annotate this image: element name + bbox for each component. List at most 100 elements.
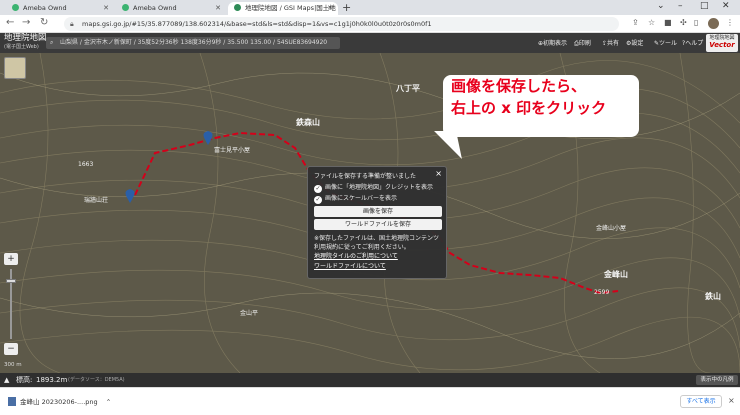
close-tab-icon[interactable]: ✕ bbox=[327, 2, 333, 15]
tools-label: ツール bbox=[659, 40, 678, 47]
map-marker-icon[interactable] bbox=[203, 131, 213, 145]
side-panel-icon[interactable]: ▯ bbox=[694, 18, 698, 27]
show-all-downloads-button[interactable]: すべて表示 bbox=[680, 395, 722, 408]
help-label: ヘルプ bbox=[685, 40, 704, 47]
new-tab-button[interactable]: + bbox=[342, 1, 351, 14]
url-text: maps.gsi.go.jp/#15/35.877089/138.602314/… bbox=[82, 20, 432, 28]
image-file-icon bbox=[8, 397, 16, 406]
tab-title: Ameba Ownd bbox=[23, 4, 67, 12]
map-label: 富士見平小屋 bbox=[214, 147, 251, 154]
instruction-callout: 画像を保存したら、 右上の x 印をクリック bbox=[434, 75, 639, 159]
vector-badge-text: Vector bbox=[709, 41, 735, 49]
profile-avatar[interactable] bbox=[708, 18, 719, 29]
forward-icon[interactable]: → bbox=[22, 17, 30, 28]
extensions-puzzle-icon[interactable]: ✣ bbox=[680, 18, 687, 27]
close-tab-icon[interactable]: ✕ bbox=[215, 2, 221, 15]
browser-tab-gsi[interactable]: 地理院地図 / GSI Maps|国土地 ✕ bbox=[228, 2, 338, 15]
save-world-file-button[interactable]: ワールドファイルを保存 bbox=[314, 219, 442, 230]
save-image-button[interactable]: 画像を保存 bbox=[314, 206, 442, 217]
dialog-title: ファイルを保存する準備が整いました bbox=[314, 173, 417, 180]
share-button[interactable]: ⇪共有 bbox=[602, 38, 619, 47]
tab-title: 地理院地図 / GSI Maps|国土地 bbox=[245, 4, 336, 12]
extension-icon[interactable]: ■ bbox=[664, 18, 672, 27]
zoom-control: + − bbox=[4, 253, 18, 363]
dialog-close-icon[interactable]: × bbox=[435, 169, 442, 178]
save-file-dialog: × ファイルを保存する準備が整いました ✓ 画像に「地理院地図」クレジットを表示 … bbox=[307, 166, 447, 279]
maximize-icon[interactable]: □ bbox=[700, 1, 709, 11]
bookmark-star-icon[interactable]: ☆ bbox=[648, 18, 655, 27]
browser-toolbar: ← → ↻ 🔒︎ maps.gsi.go.jp/#15/35.877089/13… bbox=[0, 15, 740, 33]
print-label: 印刷 bbox=[578, 40, 591, 47]
checkmark-icon[interactable]: ✓ bbox=[314, 185, 322, 193]
checkmark-icon[interactable]: ✓ bbox=[314, 196, 322, 204]
map-label: 瑞牆山荘 bbox=[84, 197, 109, 204]
scalebar-option-label: 画像にスケールバーを表示 bbox=[325, 195, 398, 202]
close-tab-icon[interactable]: ✕ bbox=[103, 2, 109, 15]
map-label: 金山平 bbox=[240, 310, 259, 317]
elevation-value: 1893.2m bbox=[36, 376, 68, 384]
zoom-in-button[interactable]: + bbox=[4, 253, 18, 265]
window-close-icon[interactable]: ✕ bbox=[722, 1, 730, 11]
elevation-source: (データソース：DEM5A) bbox=[68, 377, 125, 383]
map-label: 金峰山 bbox=[604, 270, 628, 279]
map-marker-icon[interactable] bbox=[125, 189, 135, 203]
menu-kebab-icon[interactable]: ⋮ bbox=[726, 18, 734, 27]
search-icon: ⌕ bbox=[50, 39, 54, 46]
tile-usage-link[interactable]: 地理院タイルのご利用について bbox=[314, 252, 440, 262]
chevron-up-icon[interactable]: ⌃ bbox=[106, 398, 111, 406]
tab-title: Ameba Ownd bbox=[133, 4, 177, 12]
gsi-logo[interactable]: 地理院地図 (電子国土Web) bbox=[4, 34, 47, 52]
lock-icon: 🔒︎ bbox=[70, 20, 74, 28]
browser-tab-ameba-2[interactable]: Ameba Ownd ✕ bbox=[116, 2, 226, 15]
tools-button[interactable]: ✎ツール bbox=[654, 38, 677, 47]
download-filename: 金峰山 20230206-....png bbox=[20, 398, 98, 406]
back-icon[interactable]: ← bbox=[6, 17, 14, 28]
credit-option-label: 画像に「地理院地図」クレジットを表示 bbox=[325, 184, 434, 191]
map-label: 2599 bbox=[594, 289, 610, 296]
download-bar: 金峰山 20230206-....png ⌃ すべて表示 × bbox=[0, 387, 740, 415]
download-item[interactable]: 金峰山 20230206-....png ⌃ bbox=[8, 396, 111, 406]
gsi-favicon-icon bbox=[234, 4, 241, 11]
location-text: 山梨県 / 金沢市木ノ新保町 / 35度52分36秒 138度36分9秒 / 3… bbox=[60, 39, 328, 46]
ameba-favicon-icon bbox=[12, 4, 19, 11]
settings-label: 設定 bbox=[631, 40, 644, 47]
download-bar-close-icon[interactable]: × bbox=[728, 396, 735, 405]
credit-option[interactable]: ✓ 画像に「地理院地図」クレジットを表示 bbox=[314, 182, 440, 193]
usage-note: ※保存したファイルは、国土地理院コンテンツ利用規約に従ってご利用ください。 bbox=[314, 235, 440, 251]
initial-view-button[interactable]: ⊕初期表示 bbox=[538, 38, 567, 47]
ameba-favicon-icon bbox=[122, 4, 129, 11]
elevation-icon: ▲ bbox=[4, 376, 10, 384]
map-canvas[interactable]: + − 300 m 鉄森山 金峰山小屋 金峰山 鉄山 瑞牆山荘 富士見平小屋 金… bbox=[0, 53, 740, 373]
help-button[interactable]: ?ヘルプ bbox=[682, 38, 703, 47]
map-label: 1663 bbox=[78, 161, 94, 168]
legend-button[interactable]: 表示中の凡例 bbox=[696, 375, 738, 385]
callout-line-1: 画像を保存したら、 bbox=[451, 77, 587, 95]
map-label: 鉄森山 bbox=[296, 118, 320, 127]
print-button[interactable]: ⎙印刷 bbox=[574, 38, 591, 48]
logo-main: 地理院地図 bbox=[4, 33, 47, 43]
zoom-slider-handle[interactable] bbox=[6, 279, 16, 283]
map-label: 鉄山 bbox=[705, 292, 721, 301]
share-label: 共有 bbox=[607, 40, 620, 47]
settings-button[interactable]: ⚙設定 bbox=[626, 38, 643, 47]
tab-search-icon[interactable]: ⌄ bbox=[657, 1, 665, 11]
vector-toggle-badge[interactable]: 地理院地図 Vector bbox=[706, 34, 738, 52]
map-label: 八丁平 bbox=[396, 84, 420, 93]
layer-selector-button[interactable] bbox=[4, 57, 26, 79]
world-file-link[interactable]: ワールドファイルについて bbox=[314, 262, 440, 272]
map-label: 金峰山小屋 bbox=[596, 225, 627, 232]
minimize-icon[interactable]: – bbox=[678, 1, 683, 11]
address-bar[interactable]: 🔒︎ maps.gsi.go.jp/#15/35.877089/138.6023… bbox=[64, 17, 619, 31]
initial-view-label: 初期表示 bbox=[543, 40, 568, 47]
scalebar-option[interactable]: ✓ 画像にスケールバーを表示 bbox=[314, 193, 440, 204]
elevation-label: 標高: bbox=[16, 376, 33, 384]
logo-sub: (電子国土Web) bbox=[4, 44, 39, 50]
browser-tab-ameba-1[interactable]: Ameba Ownd ✕ bbox=[6, 2, 114, 15]
callout-line-2: 右上の x 印をクリック bbox=[451, 99, 607, 117]
scale-bar-label: 300 m bbox=[4, 362, 22, 368]
reload-icon[interactable]: ↻ bbox=[40, 17, 48, 28]
share-icon[interactable]: ⇪ bbox=[632, 18, 639, 27]
zoom-out-button[interactable]: − bbox=[4, 343, 18, 355]
location-search-bar[interactable]: ⌕ 山梨県 / 金沢市木ノ新保町 / 35度52分36秒 138度36分9秒 /… bbox=[46, 37, 340, 49]
browser-tab-strip: Ameba Ownd ✕ Ameba Ownd ✕ 地理院地図 / GSI Ma… bbox=[0, 0, 740, 15]
